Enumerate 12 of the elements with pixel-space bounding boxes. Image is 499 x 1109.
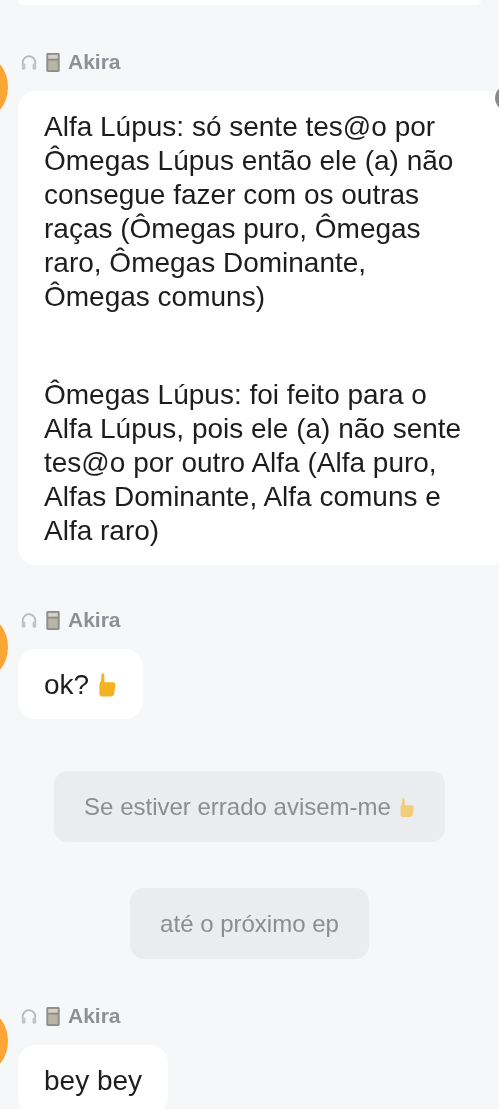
calculator-icon [44, 609, 62, 631]
sender-name: Akira [68, 608, 121, 632]
message-text: ok? [44, 669, 90, 700]
message-text: Ômegas Lúpus: foi feito para o Alfa Lúpus, pois ele (a) não sente tes@o por outro Alfa (Alfa puro, Alfas Dominante, Alfa comuns e Alfa raro) [44, 379, 462, 546]
notice-text: até o próximo ep [160, 909, 339, 938]
sender-name: Akira [68, 50, 121, 74]
notice-text: Se estiver errado avisem-me [84, 792, 391, 821]
calculator-icon [44, 51, 62, 73]
message-text: bey bey [44, 1065, 143, 1096]
calculator-icon [44, 1005, 62, 1027]
message-text: Alfa Lúpus: só sente tes@o por Ômegas Lúpus então ele (a) não consegue fazer com os outras raças (Ômegas puro, Ômegas raro, Ômegas Dominante, Ômegas comuns) [44, 111, 454, 312]
sender-name: Akira [68, 1004, 121, 1028]
